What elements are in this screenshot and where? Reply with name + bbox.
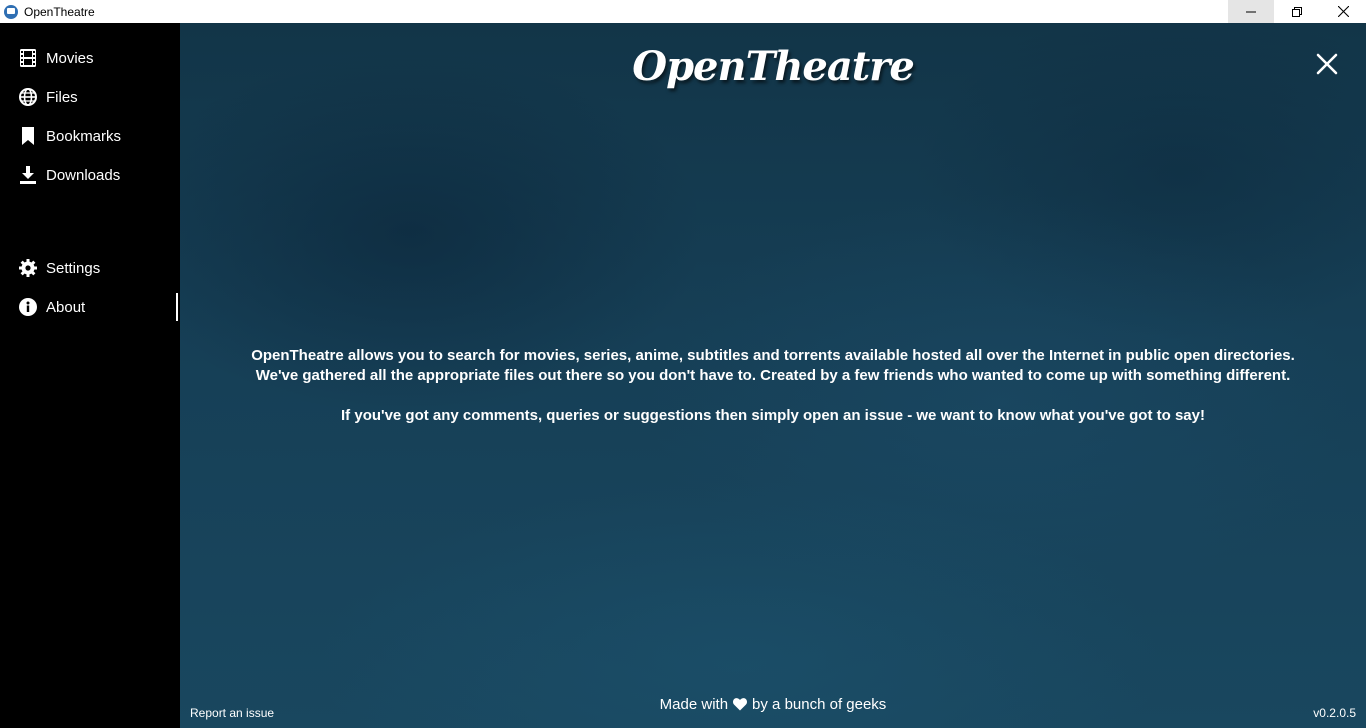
about-line-1: OpenTheatre allows you to search for mov… (251, 347, 1295, 364)
sidebar-item-files[interactable]: Files (0, 82, 180, 112)
made-with-prefix: Made with (659, 696, 729, 713)
title-bar: OpenTheatre (0, 0, 1366, 23)
app-logo: OpenTheatre (632, 43, 915, 90)
close-panel-button[interactable] (1316, 53, 1338, 75)
globe-icon (19, 88, 37, 106)
app-icon (4, 4, 18, 19)
minimize-button[interactable] (1228, 0, 1274, 23)
sidebar-item-label: Movies (46, 49, 94, 67)
sidebar-item-label: Bookmarks (46, 127, 122, 145)
version-label: v0.2.0.5 (1313, 706, 1356, 720)
sidebar-item-label: Files (46, 88, 78, 106)
about-line-2: We've gathered all the appropriate files… (255, 367, 1291, 384)
sidebar-item-movies[interactable]: Movies (0, 43, 180, 73)
about-description: OpenTheatre allows you to search for mov… (180, 346, 1366, 426)
heart-icon (733, 698, 748, 711)
about-line-3: If you've got any comments, queries or s… (341, 407, 1205, 424)
minimize-icon (1246, 11, 1256, 12)
close-icon (1316, 53, 1338, 75)
sidebar-item-label: Downloads (46, 166, 121, 184)
window-close-button[interactable] (1320, 0, 1366, 23)
gear-icon (19, 259, 37, 277)
bookmark-icon (19, 127, 37, 145)
restore-icon (1292, 6, 1302, 17)
sidebar-item-downloads[interactable]: Downloads (0, 160, 180, 190)
made-with-credit: Made with by a bunch of geeks (180, 696, 1366, 713)
restore-button[interactable] (1274, 0, 1320, 23)
made-with-suffix: by a bunch of geeks (752, 696, 887, 713)
sidebar: Movies Files Bookmarks Downloads Setting… (0, 23, 180, 728)
sidebar-item-label: Settings (46, 259, 101, 277)
sidebar-item-label: About (46, 298, 86, 316)
window-controls (1228, 0, 1366, 23)
window-title: OpenTheatre (24, 4, 95, 19)
download-icon (19, 166, 37, 184)
info-icon (19, 298, 37, 316)
about-panel: OpenTheatre OpenTheatre allows you to se… (180, 23, 1366, 728)
sidebar-item-bookmarks[interactable]: Bookmarks (0, 121, 180, 151)
sidebar-item-about[interactable]: About (0, 292, 180, 322)
sidebar-item-settings[interactable]: Settings (0, 253, 180, 283)
film-icon (19, 49, 37, 67)
window-close-icon (1337, 6, 1349, 17)
